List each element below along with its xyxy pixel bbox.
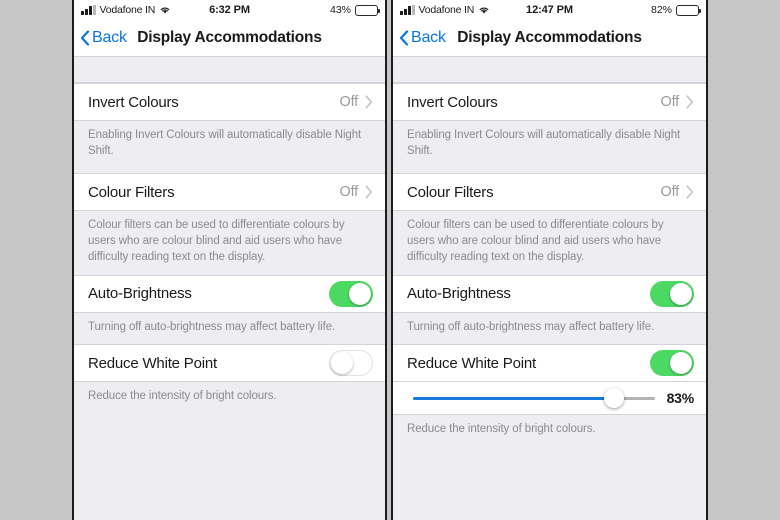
toggle-knob [331, 352, 353, 375]
toggle-knob [670, 282, 692, 305]
phone-panel-right: Vodafone IN 12:47 PM 82% Back Display Accomm… [391, 0, 708, 520]
row-value-invert-colours: Off [339, 94, 359, 110]
back-button[interactable]: Back [74, 29, 127, 47]
list-row-invert-colours[interactable]: Invert Colours Off [74, 83, 385, 121]
footer-text-auto-brightness: Turning off auto-brightness may affect b… [393, 312, 706, 345]
nav-bar-left: Back Display Accommodations [74, 20, 385, 57]
signal-strength-icon [81, 5, 96, 15]
chevron-right-icon [686, 185, 694, 199]
chevron-right-icon [365, 95, 373, 109]
list-row-colour-filters[interactable]: Colour Filters Off [74, 173, 385, 211]
wifi-icon [159, 5, 171, 15]
row-value-colour-filters: Off [660, 184, 680, 200]
toggle-reduce-white-point[interactable] [650, 350, 694, 377]
chevron-left-icon [80, 30, 90, 46]
back-button-label: Back [92, 29, 127, 46]
screenshot-stage: Vodafone IN 6:32 PM 43% Back Display Accommo… [0, 0, 780, 520]
footer-text-colour-filters: Colour filters can be used to differenti… [74, 211, 385, 275]
status-bar-right: 43% [329, 4, 381, 16]
status-bar-right: 82% [650, 4, 702, 16]
row-label-auto-brightness: Auto-Brightness [88, 285, 192, 303]
nav-bar-right: Back Display Accommodations [393, 20, 706, 57]
list-row-reduce-white-point[interactable]: Reduce White Point [393, 344, 706, 383]
list-row-auto-brightness[interactable]: Auto-Brightness [74, 274, 385, 313]
carrier-label: Vodafone IN [418, 4, 475, 16]
footer-text-reduce-white-point: Reduce the intensity of bright colours. [74, 382, 385, 415]
battery-icon [355, 4, 381, 16]
row-label-auto-brightness: Auto-Brightness [407, 285, 511, 303]
chevron-left-icon [399, 30, 409, 46]
row-label-reduce-white-point: Reduce White Point [88, 354, 217, 372]
wifi-icon [478, 5, 490, 15]
footer-text-colour-filters: Colour filters can be used to differenti… [393, 211, 706, 275]
list-top-gap [393, 57, 706, 83]
status-bar-left: Vodafone IN [400, 4, 490, 16]
status-bar-right: Vodafone IN 12:47 PM 82% [393, 0, 706, 20]
toggle-knob [349, 282, 371, 305]
brightness-slider[interactable] [413, 388, 655, 409]
list-row-auto-brightness[interactable]: Auto-Brightness [393, 274, 706, 313]
list-top-gap [74, 57, 385, 83]
row-label-colour-filters: Colour Filters [88, 183, 175, 201]
battery-percent-label: 43% [329, 4, 351, 16]
toggle-knob [670, 352, 692, 375]
signal-strength-icon [400, 5, 415, 15]
battery-percent-label: 82% [650, 4, 672, 16]
row-label-colour-filters: Colour Filters [407, 183, 494, 201]
chevron-right-icon [686, 95, 694, 109]
battery-icon [676, 4, 702, 16]
footer-text-invert-colours: Enabling Invert Colours will automatical… [74, 121, 385, 173]
back-button-label: Back [411, 29, 446, 46]
slider-thumb[interactable] [603, 388, 624, 409]
slider-value-label: 83% [666, 390, 695, 407]
row-label-invert-colours: Invert Colours [88, 93, 179, 111]
row-label-reduce-white-point: Reduce White Point [407, 354, 536, 372]
settings-list-left: Invert Colours Off Enabling Invert Colours… [74, 83, 385, 415]
carrier-label: Vodafone IN [99, 4, 156, 16]
status-bar-left: Vodafone IN [81, 4, 171, 16]
list-row-invert-colours[interactable]: Invert Colours Off [393, 83, 706, 121]
settings-list-right: Invert Colours Off Enabling Invert Colours… [393, 83, 706, 448]
toggle-auto-brightness[interactable] [329, 280, 373, 307]
phone-panel-left: Vodafone IN 6:32 PM 43% Back Display Accommo… [72, 0, 387, 520]
status-bar-left: Vodafone IN 6:32 PM 43% [74, 0, 385, 20]
slider-row-reduce-white-point[interactable]: 83% [393, 382, 706, 416]
row-value-invert-colours: Off [660, 94, 680, 110]
footer-text-auto-brightness: Turning off auto-brightness may affect b… [74, 312, 385, 345]
row-value-colour-filters: Off [339, 184, 359, 200]
footer-text-invert-colours: Enabling Invert Colours will automatical… [393, 121, 706, 173]
back-button[interactable]: Back [393, 29, 446, 47]
toggle-reduce-white-point[interactable] [329, 350, 373, 377]
row-label-invert-colours: Invert Colours [407, 93, 498, 111]
list-row-colour-filters[interactable]: Colour Filters Off [393, 173, 706, 211]
footer-text-reduce-white-point: Reduce the intensity of bright colours. [393, 415, 706, 448]
chevron-right-icon [365, 185, 373, 199]
toggle-auto-brightness[interactable] [650, 280, 694, 307]
list-row-reduce-white-point[interactable]: Reduce White Point [74, 344, 385, 383]
